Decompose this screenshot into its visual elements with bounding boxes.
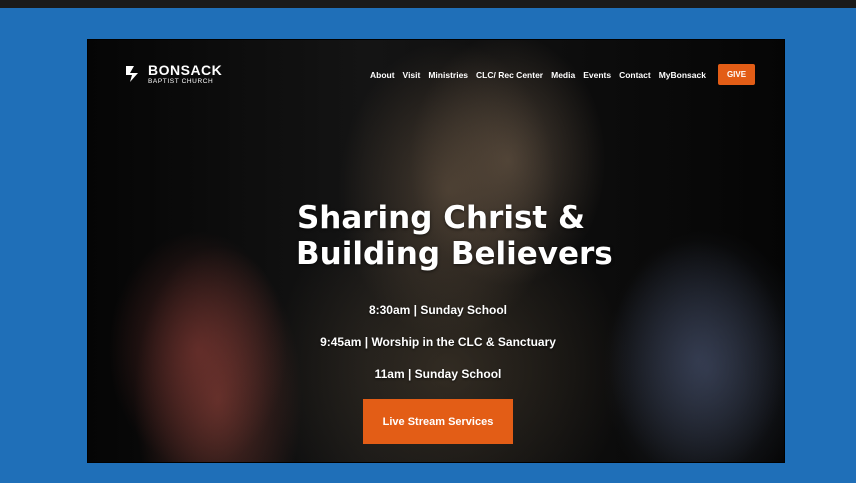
nav-clc-rec-center[interactable]: CLC/ Rec Center <box>476 70 543 80</box>
nav-contact[interactable]: Contact <box>619 70 651 80</box>
nav-media[interactable]: Media <box>551 70 575 80</box>
nav-about[interactable]: About <box>370 70 395 80</box>
website-viewport: BONSACK BAPTIST CHURCH About Visit Minis… <box>87 39 785 463</box>
nav-events[interactable]: Events <box>583 70 611 80</box>
schedule-item: 11am | Sunday School <box>374 367 502 381</box>
nav-visit[interactable]: Visit <box>403 70 421 80</box>
headline-line-2: Building Believers <box>296 236 613 272</box>
headline-line-1: Sharing Christ & <box>296 200 586 236</box>
nav-ministries[interactable]: Ministries <box>428 70 468 80</box>
left-guitarist-figure <box>108 230 288 462</box>
top-border <box>0 0 856 8</box>
service-schedule: 8:30am | Sunday School 9:45am | Worship … <box>278 296 598 392</box>
live-stream-button[interactable]: Live Stream Services <box>363 399 513 444</box>
church-logo-icon <box>126 66 138 83</box>
logo-subtitle: BAPTIST CHURCH <box>148 78 214 85</box>
nav-mybonsack[interactable]: MyBonsack <box>659 70 706 80</box>
give-button[interactable]: GIVE <box>718 64 755 85</box>
right-guitarist-figure <box>608 240 784 462</box>
schedule-item: 9:45am | Worship in the CLC & Sanctuary <box>320 335 556 349</box>
singer-figure <box>338 40 558 340</box>
hero-headline: Sharing Christ & Building Believers <box>296 200 613 272</box>
logo-name: BONSACK <box>148 62 223 78</box>
schedule-item: 8:30am | Sunday School <box>368 303 508 317</box>
main-nav: About Visit Ministries CLC/ Rec Center M… <box>370 70 706 80</box>
site-logo[interactable]: BONSACK BAPTIST CHURCH <box>124 63 222 86</box>
